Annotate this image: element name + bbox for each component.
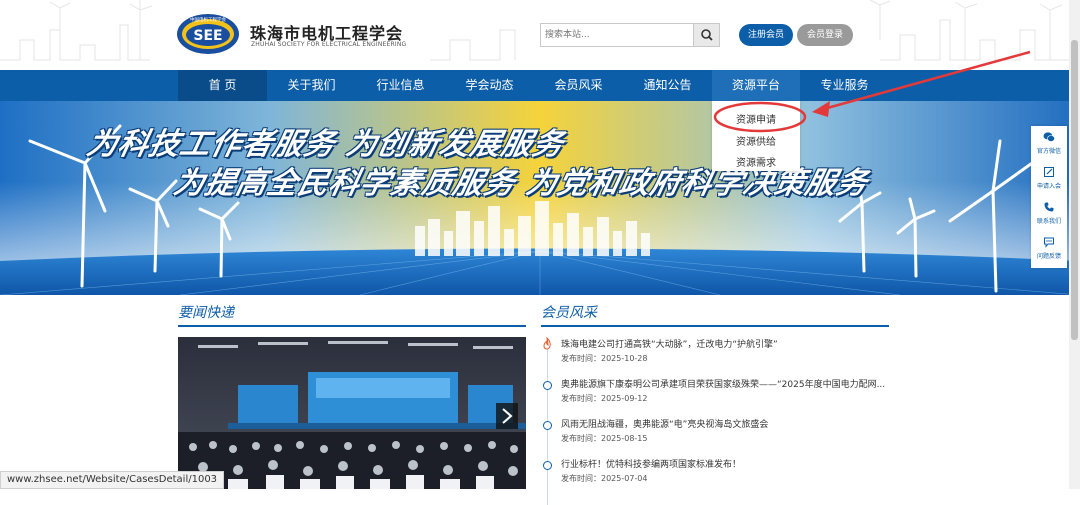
search-button[interactable] [693, 24, 719, 46]
list-item-date: 发布时间：2025-08-15 [561, 434, 648, 443]
page-scrollbar-thumb[interactable] [1071, 40, 1078, 340]
list-item-title[interactable]: 珠海电建公司打通高铁“大动脉”，迁改电力“护航引擎” [561, 337, 778, 350]
search-box [540, 23, 720, 47]
nav-item-society-news[interactable]: 学会动态 [445, 70, 534, 101]
nav-item-about[interactable]: 关于我们 [267, 70, 356, 101]
list-item-date: 发布时间：2025-10-28 [561, 354, 648, 363]
site-header: SEE 中国电机工程学会 珠海市电机工程学会 ZHUHAI SOCIETY FO… [0, 0, 1080, 70]
list-item-date: 发布时间：2025-07-04 [561, 474, 648, 483]
timeline-dot [543, 461, 552, 470]
news-section-title: 要闻快递 [178, 305, 234, 321]
slider-next-button[interactable] [496, 403, 518, 429]
side-item-feedback[interactable]: 问题反馈 [1031, 233, 1067, 268]
hero-banner: 为科技工作者服务 为创新发展服务 为提高全民科学素质服务 为党和政府科学决策服务 [0, 101, 1080, 295]
list-item-date: 发布时间：2025-09-12 [561, 394, 648, 403]
side-item-contact[interactable]: 联系我们 [1031, 198, 1067, 233]
search-input[interactable] [541, 24, 694, 46]
timeline-dot [543, 421, 552, 430]
news-photo[interactable] [178, 337, 526, 489]
edit-icon [1044, 167, 1054, 177]
nav-item-notices[interactable]: 通知公告 [623, 70, 712, 101]
side-item-label: 官方微信 [1036, 148, 1061, 155]
nav-item-home[interactable]: 首 页 [178, 70, 267, 101]
browser-status-url: www.zhsee.net/Website/CasesDetail/1003 [0, 471, 225, 489]
search-icon [701, 29, 713, 41]
list-item-title[interactable]: 行业标杆！优特科技参编两项国家标准发布！ [561, 457, 741, 470]
logo-text: SEE [193, 28, 222, 44]
dropdown-item-resource-demand[interactable]: 资源需求 [712, 154, 800, 169]
side-item-label: 问题反馈 [1036, 253, 1061, 260]
nav-item-services[interactable]: 专业服务 [800, 70, 889, 101]
banner-slogan-line1: 为科技工作者服务 为创新发展服务 [83, 127, 568, 162]
list-item-title[interactable]: 奥弗能源旗下康泰明公司承建项目荣获国家级殊荣——“2025年度中国电力配网... [561, 377, 885, 390]
conference-photo [178, 337, 526, 489]
side-item-wechat[interactable]: 官方微信 [1031, 128, 1067, 163]
flame-icon [543, 337, 551, 350]
timeline-dot [543, 381, 552, 390]
nav-item-members[interactable]: 会员风采 [534, 70, 623, 101]
dropdown-item-resource-supply[interactable]: 资源供给 [712, 133, 800, 148]
phone-icon [1044, 202, 1054, 212]
society-logo[interactable]: SEE 中国电机工程学会 [176, 13, 240, 55]
chat-bubble-icon [1044, 237, 1054, 248]
news-section-underline [178, 325, 526, 327]
site-name-english: ZHUHAI SOCIETY FOR ELECTRICAL ENGINEERIN… [251, 41, 407, 48]
floating-side-toolbar: 官方微信 申请入会 联系我们 问题反馈 [1031, 126, 1067, 268]
dropdown-item-resource-apply[interactable]: 资源申请 [712, 111, 800, 126]
nav-item-resources[interactable]: 资源平台 [712, 70, 800, 101]
login-button[interactable]: 会员登录 [797, 24, 853, 46]
side-item-label: 联系我们 [1036, 218, 1061, 225]
members-section-title: 会员风采 [541, 305, 597, 321]
members-section-underline [541, 325, 889, 327]
register-button[interactable]: 注册会员 [739, 24, 793, 46]
list-item-title[interactable]: 风雨无阻战海疆，奥弗能源“电”亮央视海岛文旅盛会 [561, 417, 768, 430]
side-item-join[interactable]: 申请入会 [1031, 163, 1067, 198]
resources-dropdown: 资源申请 资源供给 资源需求 [712, 101, 800, 171]
logo-ring-text: 中国电机工程学会 [190, 16, 226, 23]
main-nav: 首 页 关于我们 行业信息 学会动态 会员风采 通知公告 资源平台 专业服务 [0, 70, 1080, 101]
nav-item-industry[interactable]: 行业信息 [356, 70, 445, 101]
side-item-label: 申请入会 [1036, 183, 1061, 190]
wechat-icon [1043, 132, 1055, 142]
